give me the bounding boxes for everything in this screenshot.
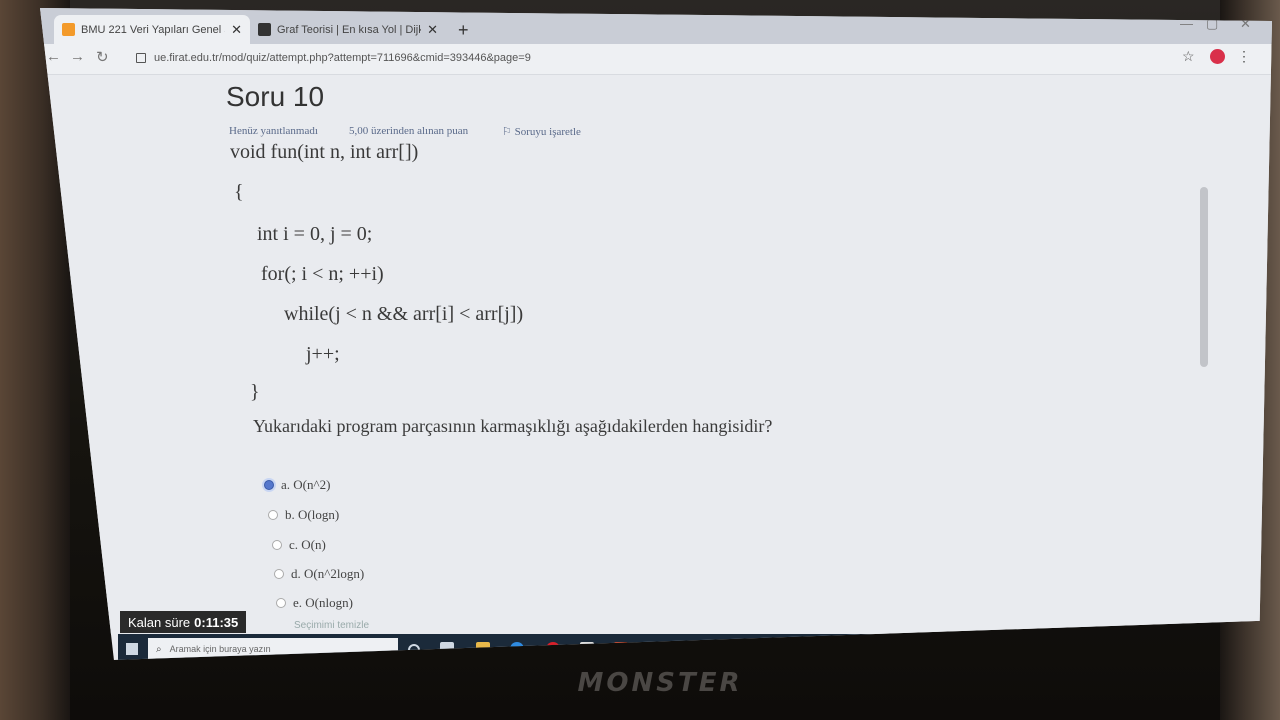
tab-graph-theory-title: Graf Teorisi | En kısa Yol | Dijkstra <box>277 23 422 36</box>
flag-icon: ⚐ <box>502 126 515 138</box>
lock-icon[interactable] <box>136 53 146 63</box>
search-icon: ⌕ <box>156 643 162 655</box>
page-scrollbar[interactable] <box>1200 187 1208 367</box>
code-line: for(; i < n; ++i) <box>261 263 384 285</box>
taskbar-search-placeholder: Aramak için buraya yazın <box>169 644 271 654</box>
close-tab-icon[interactable]: ✕ <box>231 22 242 38</box>
close-tab-icon[interactable]: ✕ <box>427 22 438 38</box>
radio-button[interactable] <box>272 540 282 550</box>
answer-label: d. O(n^2logn) <box>291 566 365 581</box>
site-favicon-icon <box>258 23 271 36</box>
address-bar[interactable]: ue.firat.edu.tr/mod/quiz/attempt.php?att… <box>154 52 531 64</box>
code-line: void fun(int n, int arr[]) <box>230 141 419 163</box>
code-line: int i = 0, j = 0; <box>257 223 373 245</box>
moodle-favicon-icon <box>62 23 75 36</box>
answer-status: Henüz yanıtlanmadı <box>229 125 318 137</box>
remaining-time: Kalan süre 0:11:35 <box>120 611 247 633</box>
radio-button[interactable] <box>274 569 284 579</box>
browser-toolbar: ← → ↻ ue.firat.edu.tr/mod/quiz/attempt.p… <box>40 44 1272 75</box>
clear-choice-link[interactable]: Seçimimi temizle <box>294 620 369 631</box>
answer-label: e. O(nlogn) <box>293 595 353 610</box>
question-prompt: Yukarıdaki program parçasının karmaşıklı… <box>253 416 773 436</box>
profile-avatar[interactable] <box>1210 49 1225 64</box>
windows-start-icon[interactable] <box>126 643 138 655</box>
answer-label: a. O(n^2) <box>281 477 331 492</box>
answer-option-a[interactable]: a. O(n^2) <box>264 477 330 493</box>
answer-option-b[interactable]: b. O(logn) <box>268 507 339 523</box>
radio-button[interactable] <box>276 598 286 608</box>
reload-icon[interactable]: ↻ <box>96 48 109 66</box>
radio-button[interactable] <box>268 510 278 520</box>
laptop-brand-logo: MONSTER <box>577 668 743 698</box>
question-points: 5,00 üzerinden alınan puan <box>349 125 469 137</box>
forward-arrow-icon[interactable]: → <box>70 48 85 65</box>
new-tab-icon[interactable]: + <box>458 20 469 41</box>
bookmark-star-icon[interactable]: ☆ <box>1182 48 1195 65</box>
back-arrow-icon[interactable]: ← <box>46 48 61 65</box>
code-line: while(j < n && arr[i] < arr[j]) <box>284 303 524 325</box>
quiz-page: Soru 10 Henüz yanıtlanmadı 5,00 üzerinde… <box>40 75 1272 635</box>
flag-question-label: Soruyu işaretle <box>514 126 581 138</box>
tab-quiz-title: BMU 221 Veri Yapıları Genel Sına <box>81 23 225 36</box>
flag-question-link[interactable]: ⚐ Soruyu işaretle <box>502 125 581 138</box>
laptop-screen: BMU 221 Veri Yapıları Genel Sına ✕ Graf … <box>40 8 1272 660</box>
answer-option-d[interactable]: d. O(n^2logn) <box>274 566 364 582</box>
question-title: Soru 10 <box>226 81 325 112</box>
answer-label: c. O(n) <box>289 537 326 552</box>
answer-option-c[interactable]: c. O(n) <box>272 537 326 553</box>
timer-label: Kalan süre <box>128 614 191 630</box>
code-line: } <box>250 381 260 403</box>
tab-graph-theory[interactable]: Graf Teorisi | En kısa Yol | Dijkstra ✕ <box>250 15 446 44</box>
browser-menu-icon[interactable]: ⋮ <box>1237 48 1251 65</box>
tab-quiz[interactable]: BMU 221 Veri Yapıları Genel Sına ✕ <box>54 15 250 44</box>
code-line: j++; <box>306 343 340 365</box>
radio-button[interactable] <box>264 480 274 490</box>
answer-option-e[interactable]: e. O(nlogn) <box>276 595 353 611</box>
code-line: { <box>234 181 244 203</box>
timer-value: 0:11:35 <box>194 614 239 630</box>
answer-label: b. O(logn) <box>285 507 340 522</box>
